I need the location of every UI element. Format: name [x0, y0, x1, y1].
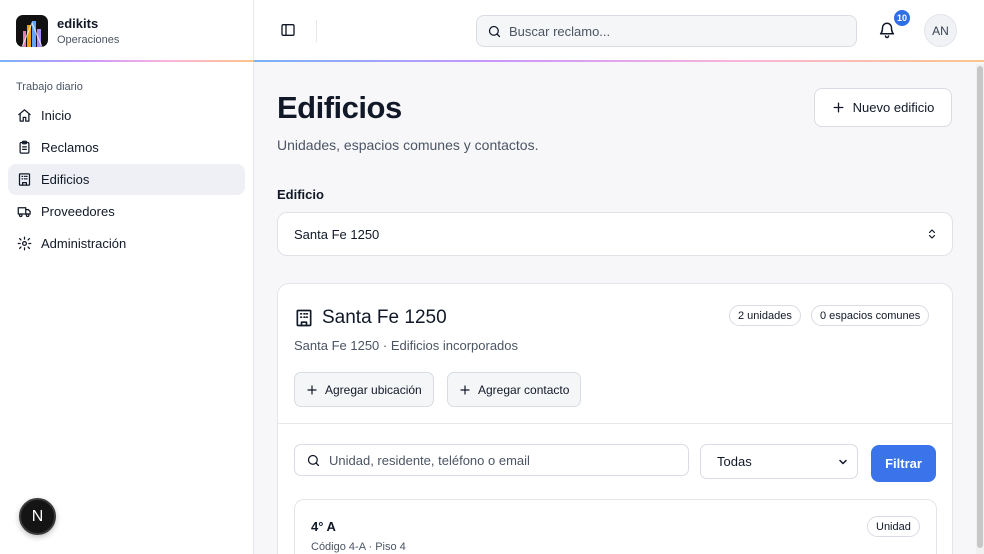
chevron-down-icon — [839, 459, 847, 464]
app-name: edikits — [57, 16, 99, 31]
building-select[interactable]: Santa Fe 1250 — [277, 212, 953, 256]
clipboard-icon — [19, 140, 30, 154]
topbar-divider — [316, 20, 317, 42]
sidebar-item-edificios[interactable]: Edificios — [8, 164, 245, 195]
add-location-label: Agregar ubicación — [325, 382, 422, 397]
plus-icon — [307, 384, 317, 395]
nav-section-label: Trabajo diario — [16, 81, 83, 93]
building-icon — [296, 309, 312, 327]
sidebar-item-label: Edificios — [41, 172, 90, 187]
unit-filter-box — [294, 444, 689, 476]
sidebar-toggle-button[interactable] — [278, 20, 298, 40]
building-select-value: Santa Fe 1250 — [294, 226, 380, 242]
building-field-label: Edificio — [277, 187, 324, 202]
unit-name: 4° A — [311, 519, 336, 534]
sidebar: edikits Operaciones Trabajo diario Inici… — [0, 0, 254, 554]
avatar[interactable]: AN — [924, 14, 957, 47]
building-name: Santa Fe 1250 — [322, 307, 447, 328]
app-subtitle: Operaciones — [57, 34, 120, 46]
new-building-button[interactable]: Nuevo edificio — [814, 88, 952, 127]
brand-gradient-divider — [0, 60, 254, 62]
sidebar-item-inicio[interactable]: Inicio — [8, 100, 245, 131]
plus-icon — [460, 384, 470, 395]
sidebar-toggle-icon — [281, 24, 295, 36]
page-subtitle: Unidades, espacios comunes y contactos. — [277, 137, 539, 153]
unit-filter-input[interactable] — [329, 452, 674, 468]
add-contact-label: Agregar contacto — [478, 382, 570, 397]
topbar: 10 AN — [254, 0, 984, 62]
units-count-badge: 2 unidades — [729, 305, 801, 326]
new-building-label: Nuevo edificio — [852, 100, 935, 115]
plus-icon — [833, 102, 844, 113]
building-card: Santa Fe 1250 2 unidades 0 espacios comu… — [277, 283, 953, 554]
search-input[interactable] — [509, 23, 839, 39]
search-icon — [307, 454, 320, 466]
sidebar-nav: Inicio Reclamos Edificios Proveedores Ad… — [0, 100, 253, 259]
notification-count-badge: 10 — [892, 8, 912, 28]
page-scrollbar-thumb[interactable] — [977, 66, 983, 548]
truck-icon — [17, 207, 31, 218]
sidebar-item-label: Inicio — [41, 108, 72, 123]
dev-tools-badge[interactable]: N — [19, 498, 56, 535]
unit-type-select[interactable]: Todas — [700, 444, 858, 479]
unit-type-select-value: Todas — [717, 454, 752, 469]
app-logo — [16, 15, 48, 47]
search-icon — [488, 25, 501, 37]
unit-meta: Código 4-A · Piso 4 — [311, 541, 406, 553]
add-location-button[interactable]: Agregar ubicación — [294, 372, 434, 407]
home-icon — [18, 109, 31, 122]
common-spaces-badge: 0 espacios comunes — [811, 305, 930, 326]
sidebar-item-label: Administración — [41, 236, 127, 251]
sidebar-item-label: Proveedores — [41, 204, 115, 219]
topbar-gradient-divider — [254, 60, 984, 62]
unit-list-item[interactable]: 4° A Unidad Código 4-A · Piso 4 — [294, 499, 937, 554]
card-divider — [278, 423, 952, 424]
search-box — [476, 15, 857, 47]
building-icon — [18, 173, 31, 186]
sidebar-item-administracion[interactable]: Administración — [8, 228, 245, 259]
sidebar-item-label: Reclamos — [41, 140, 99, 155]
filter-button[interactable]: Filtrar — [871, 445, 936, 482]
sidebar-item-reclamos[interactable]: Reclamos — [8, 132, 245, 163]
building-description: Santa Fe 1250 · Edificios incorporados — [294, 338, 519, 353]
page-title: Edificios — [277, 90, 402, 125]
sidebar-item-proveedores[interactable]: Proveedores — [8, 196, 245, 227]
brand-header[interactable]: edikits Operaciones — [0, 0, 254, 62]
chevrons-up-down-icon — [928, 229, 936, 239]
gear-icon — [17, 236, 32, 251]
unit-type-badge: Unidad — [867, 516, 920, 537]
add-contact-button[interactable]: Agregar contacto — [447, 372, 582, 407]
